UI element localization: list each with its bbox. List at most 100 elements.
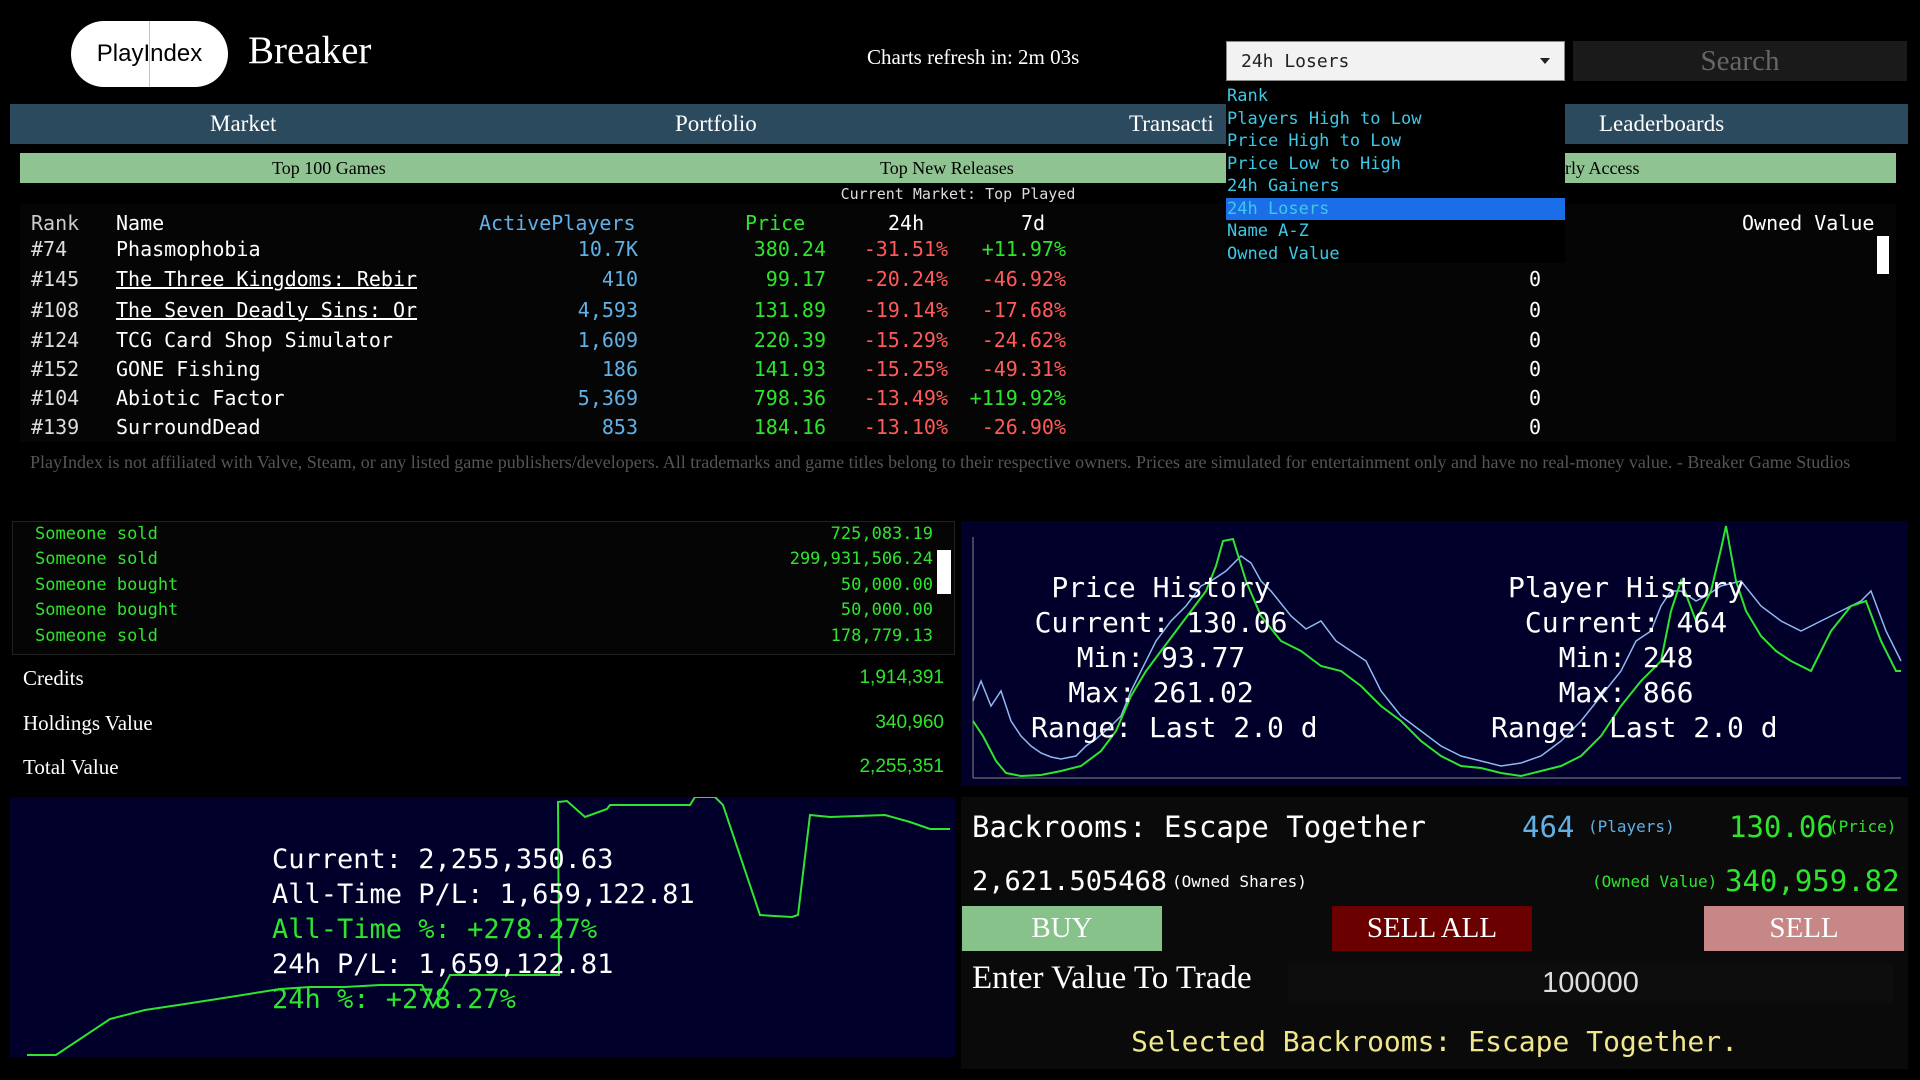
total-value: 2,255,351 xyxy=(859,756,944,777)
cell-price: 184.16 xyxy=(753,415,826,439)
tx-action: Someone bought xyxy=(35,575,179,595)
col-name[interactable]: Name xyxy=(116,211,164,235)
market-subtabs: Top 100 Games Top New Releases rly Acces… xyxy=(20,153,1896,183)
table-row[interactable]: #74 Phasmophobia 10.7K 380.24 -31.51% +11.97%… xyxy=(20,237,1896,266)
sort-option[interactable]: Players High to Low xyxy=(1226,108,1565,131)
tab-top-100[interactable]: Top 100 Games xyxy=(272,153,386,183)
col-players[interactable]: ActivePlayers xyxy=(479,211,636,235)
market-table: Rank Name ActivePlayers Price 24h 7d Own… xyxy=(20,204,1896,442)
tab-early-access[interactable]: rly Access xyxy=(1565,153,1639,183)
cell-24h: -31.51% xyxy=(863,237,948,261)
price-history-current: Current: 130.06 xyxy=(1034,606,1288,639)
table-row[interactable]: #108 The Seven Deadly Sins: Or 4,593 131.89… xyxy=(20,298,1896,327)
selected-game-message: Selected Backrooms: Escape Together. xyxy=(1131,1025,1738,1058)
playindex-logo[interactable]: PlayIndex xyxy=(71,21,228,87)
cell-players: 853 xyxy=(601,415,638,439)
transaction-row: Someone sold 299,931,506.24 xyxy=(13,549,933,574)
credits-value: 1,914,391 xyxy=(859,667,944,688)
table-row[interactable]: #139 SurroundDead 853 184.16 -13.10% -26.90% 0 xyxy=(20,415,1896,444)
tx-amount: 725,083.19 xyxy=(830,524,933,544)
nav-portfolio[interactable]: Portfolio xyxy=(675,104,757,144)
game-price: 130.06 xyxy=(1729,810,1834,844)
buy-button[interactable]: BUY xyxy=(962,906,1162,951)
cell-24h: -19.14% xyxy=(863,298,948,322)
cell-price: 380.24 xyxy=(753,237,826,261)
table-row[interactable]: #145 The Three Kingdoms: Rebir 410 99.17 -20… xyxy=(20,267,1896,296)
table-row[interactable]: #104 Abiotic Factor 5,369 798.36 -13.49% +119… xyxy=(20,386,1896,415)
nav-leaderboards[interactable]: Leaderboards xyxy=(1599,104,1724,144)
trade-amount-input[interactable]: 100000 xyxy=(1288,963,1893,1003)
player-history-current: Current: 464 xyxy=(1524,606,1728,639)
market-caption: Current Market: Top Played xyxy=(840,185,1076,203)
player-history-max: Max: 866 xyxy=(1558,676,1694,709)
cell-name: GONE Fishing xyxy=(116,357,261,381)
sell-all-button[interactable]: SELL ALL xyxy=(1332,906,1532,951)
holdings-label: Holdings Value xyxy=(23,711,153,735)
sort-option[interactable]: Price High to Low xyxy=(1226,130,1565,153)
table-row[interactable]: #152 GONE Fishing 186 141.93 -15.25% -49.31% 0 xyxy=(20,357,1896,386)
sort-option[interactable]: 24h Gainers xyxy=(1226,175,1565,198)
history-charts: Price History Current: 130.06 Min: 93.77… xyxy=(961,521,1908,786)
col-rank[interactable]: Rank xyxy=(31,211,79,235)
cell-owned: 0 xyxy=(1528,328,1541,352)
player-history-min: Min: 248 xyxy=(1558,641,1694,674)
table-scrollbar[interactable] xyxy=(1877,236,1889,274)
search-input[interactable]: Search xyxy=(1573,41,1907,81)
transaction-scrollbar[interactable] xyxy=(937,550,951,594)
portfolio-alltime-pl: All-Time P/L: 1,659,122.81 xyxy=(272,879,695,910)
chevron-down-icon xyxy=(1540,58,1550,64)
transaction-row: Someone sold 178,779.13 xyxy=(13,626,933,651)
col-7d[interactable]: 7d xyxy=(1021,211,1045,235)
cell-rank: #152 xyxy=(31,357,80,381)
transaction-row: Someone bought 50,000.00 xyxy=(13,600,933,625)
cell-price: 798.36 xyxy=(753,386,826,410)
portfolio-24h-pct: 24h %: +278.27% xyxy=(272,984,516,1015)
sort-dropdown[interactable]: 24h Losers xyxy=(1226,41,1565,81)
cell-players: 186 xyxy=(601,357,638,381)
cell-owned: 0 xyxy=(1528,415,1541,439)
cell-7d: +119.92% xyxy=(969,386,1066,410)
sort-option-selected[interactable]: 24h Losers xyxy=(1226,197,1565,220)
owned-shares-unit: (Owned Shares) xyxy=(1172,872,1307,891)
cell-7d: -26.90% xyxy=(981,415,1066,439)
cell-price: 99.17 xyxy=(765,267,826,291)
price-history-max: Max: 261.02 xyxy=(1068,676,1254,709)
cell-rank: #145 xyxy=(31,267,80,291)
cell-name: Abiotic Factor xyxy=(116,386,285,410)
total-label: Total Value xyxy=(23,755,119,779)
col-24h[interactable]: 24h xyxy=(888,211,924,235)
cell-players: 5,369 xyxy=(577,386,638,410)
tab-new-releases[interactable]: Top New Releases xyxy=(880,153,1014,183)
cell-price: 220.39 xyxy=(753,328,826,352)
cell-name: TCG Card Shop Simulator xyxy=(116,328,393,352)
sort-selected: 24h Losers xyxy=(1241,51,1350,72)
col-owned[interactable]: Owned Value xyxy=(1742,211,1874,235)
sort-options-list: Rank Players High to Low Price High to L… xyxy=(1226,85,1565,266)
portfolio-chart: Current: 2,255,350.63 All-Time P/L: 1,65… xyxy=(10,797,955,1057)
price-history-title: Price History xyxy=(1051,571,1271,604)
transaction-feed: Someone sold 725,083.19 Someone sold 299… xyxy=(12,521,955,655)
sell-button[interactable]: SELL xyxy=(1704,906,1904,951)
cell-owned: 0 xyxy=(1528,298,1541,322)
cell-7d: -24.62% xyxy=(981,328,1066,352)
sort-option[interactable]: Price Low to High xyxy=(1226,153,1565,176)
sort-option[interactable]: Name A-Z xyxy=(1226,220,1565,243)
cell-24h: -15.29% xyxy=(863,328,948,352)
sort-option[interactable]: Rank xyxy=(1226,85,1565,108)
col-price[interactable]: Price xyxy=(745,211,805,235)
sort-option[interactable]: Owned Value xyxy=(1226,243,1565,266)
nav-transactions[interactable]: Transacti xyxy=(1129,104,1214,144)
portfolio-24h-pl: 24h P/L: 1,659,122.81 xyxy=(272,949,614,980)
tx-action: Someone sold xyxy=(35,626,158,646)
transaction-row: Someone sold 725,083.19 xyxy=(13,524,933,549)
tx-action: Someone bought xyxy=(35,600,179,620)
players-unit: (Players) xyxy=(1588,817,1675,836)
selected-game-name: Backrooms: Escape Together xyxy=(972,810,1426,844)
cell-7d: -49.31% xyxy=(981,357,1066,381)
logo-divider xyxy=(149,21,150,87)
disclaimer: PlayIndex is not affiliated with Valve, … xyxy=(30,452,1851,472)
player-history-range: Range: Last 2.0 d xyxy=(1491,711,1778,744)
credits-label: Credits xyxy=(23,666,84,690)
table-row[interactable]: #124 TCG Card Shop Simulator 1,609 220.39 -1… xyxy=(20,328,1896,357)
nav-market[interactable]: Market xyxy=(210,104,276,144)
